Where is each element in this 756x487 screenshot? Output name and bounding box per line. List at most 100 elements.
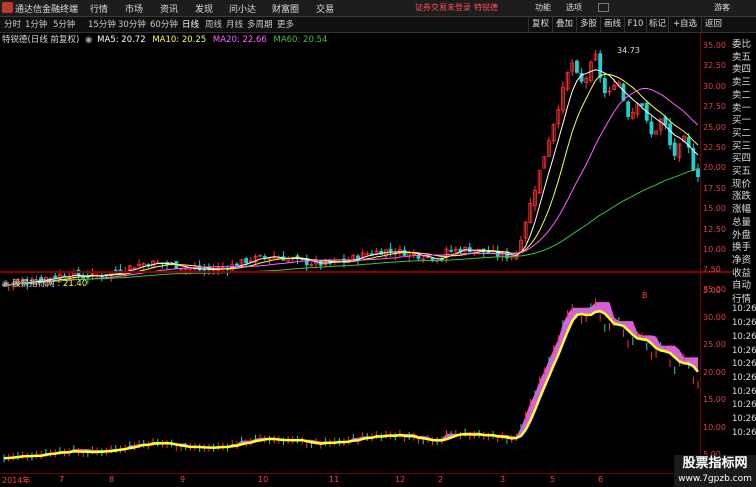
price-tick-label: 32.50: [703, 61, 726, 71]
menu-xuanxiang[interactable]: 选项: [566, 2, 582, 13]
indicator-tick-label: 10.00: [703, 422, 726, 432]
candle-body: [668, 123, 672, 146]
price-tick-label: 27.50: [703, 102, 726, 112]
period-monthly[interactable]: 月线: [226, 18, 243, 30]
menu-wenxiaoda[interactable]: 问小达: [229, 2, 256, 15]
menu-faxian[interactable]: 发现: [195, 2, 213, 15]
overlay-button[interactable]: 叠加: [552, 17, 576, 32]
candle-body: [449, 249, 454, 252]
candle-body: [244, 258, 249, 264]
tick-time-label: 自动: [732, 280, 752, 291]
ma60-line: [3, 168, 699, 286]
indicator-band: [4, 302, 698, 459]
tick-time-label: 10:26: [732, 386, 756, 397]
time-axis-label: 12: [395, 475, 406, 484]
period-1min[interactable]: 1分钟: [25, 18, 47, 30]
time-axis-label: 8: [109, 475, 115, 484]
price-tick-label: 17.50: [703, 183, 726, 193]
price-tick-label: 35.00: [703, 41, 726, 50]
window-icon[interactable]: [598, 3, 609, 12]
indicator-tick-label: 15.00: [703, 395, 726, 404]
period-multi[interactable]: 多周期: [247, 18, 273, 30]
tick-time-label: 10:26: [732, 345, 756, 356]
menu-caifuquan[interactable]: 财富圈: [272, 2, 299, 15]
ma5-line: [3, 69, 699, 286]
time-axis-label: 5: [550, 475, 556, 484]
tick-time-label: 10:26: [732, 359, 756, 370]
price-tick-label: 22.50: [703, 143, 726, 152]
peak-price-label: 34.73: [617, 46, 640, 55]
time-axis-label: 7: [59, 475, 65, 484]
menu-zixun[interactable]: 资讯: [160, 2, 178, 15]
menu-shichang[interactable]: 市场: [125, 2, 143, 15]
candle-body: [598, 53, 603, 78]
f10-button[interactable]: F10: [624, 17, 646, 32]
candle-body: [430, 257, 435, 261]
trade-login-status[interactable]: 证券交易未登录: [415, 2, 471, 13]
time-axis-label: 3: [500, 475, 506, 484]
period-5min[interactable]: 5分钟: [53, 18, 75, 30]
candle-body: [574, 60, 579, 73]
tick-time-label: 10:26: [732, 304, 756, 315]
fuquan-button[interactable]: 复权: [528, 17, 552, 32]
app-title: 通达信金融终端: [15, 5, 79, 15]
back-button[interactable]: 返回: [701, 17, 725, 32]
period-daily[interactable]: 日线: [182, 18, 199, 30]
period-weekly[interactable]: 周线: [205, 18, 222, 30]
indicator-line: [3, 309, 699, 460]
watermark-title: 股票指标网: [674, 455, 756, 473]
app-logo-icon: [2, 2, 13, 13]
time-axis-label: 9: [180, 475, 186, 484]
period-fenshi[interactable]: 分时: [4, 18, 21, 30]
tick-time-label: 10:26: [732, 427, 756, 438]
title-bar: 通达信金融终端 行情 市场 资讯 发现 问小达 财富圈 交易 证券交易未登录 特…: [0, 0, 756, 17]
main-kline-chart: 34.73: [2, 46, 700, 291]
candle-body: [132, 267, 137, 270]
indicator-toggle-icon[interactable]: ◉: [2, 279, 9, 289]
candle-body: [388, 248, 393, 252]
sub-info-line: ◉ 股票指标网 : 21.40: [0, 277, 87, 289]
indicator-tick-label: 20.00: [703, 367, 726, 377]
time-axis-label: 10: [258, 475, 269, 484]
candle-body: [262, 255, 267, 258]
tick-time-label: 10:26: [732, 414, 756, 424]
sub-indicator-chart: [3, 298, 699, 463]
multi-stock-button[interactable]: 多股: [576, 17, 600, 32]
mark-button[interactable]: 标记: [646, 17, 668, 32]
watermark-url: www.7gpzb.com: [674, 473, 756, 487]
tick-time-label: 10:26: [732, 318, 756, 329]
time-axis-label: 6: [598, 475, 604, 484]
menu-hangqing[interactable]: 行情: [90, 2, 108, 15]
add-favorite-button[interactable]: +自选: [668, 17, 701, 32]
candle-body: [234, 263, 239, 267]
price-tick-label: 10.00: [703, 245, 726, 254]
menu-youke[interactable]: 游客: [714, 2, 730, 13]
account-name[interactable]: 特锐德: [474, 2, 498, 13]
price-tick-label: 25.00: [703, 122, 726, 132]
price-tick-label: 7.50: [703, 265, 721, 275]
time-axis-label: 11: [329, 475, 340, 484]
period-15min[interactable]: 15分钟: [88, 18, 116, 30]
time-axis-line: [0, 473, 700, 474]
period-60min[interactable]: 60分钟: [150, 18, 178, 30]
tick-time-label: 10:26: [732, 400, 756, 411]
chart-area[interactable]: 34.73: [0, 33, 732, 487]
indicator-value: : 21.40: [57, 279, 88, 289]
indicator-tick-label: 30.00: [703, 312, 726, 322]
indicator-name: 股票指标网: [12, 279, 55, 289]
price-tick-label: 30.00: [703, 81, 726, 91]
period-30min[interactable]: 30分钟: [118, 18, 146, 30]
indicator-tick-label: 35.00: [703, 285, 726, 294]
quote-side-panel: 委比 卖五 卖四 卖三 卖二 卖一 买一 买二 买三 买四 买五 现价 涨跌 涨幅 总量 外盘 换手 净资 收益 自动…: [732, 33, 756, 487]
price-tick-label: 15.00: [703, 204, 726, 214]
time-axis-label: 2: [438, 475, 444, 484]
price-tick-label: 20.00: [703, 163, 726, 173]
buy-marker: B: [642, 291, 648, 300]
tick-time-label: 行情: [732, 293, 752, 305]
pane-separator: [0, 271, 732, 273]
period-more[interactable]: 更多: [277, 18, 294, 30]
candle-body: [626, 101, 631, 117]
menu-gongneng[interactable]: 功能: [535, 2, 551, 13]
draw-line-button[interactable]: 画线: [600, 17, 624, 32]
menu-jiaoyi[interactable]: 交易: [316, 2, 334, 15]
